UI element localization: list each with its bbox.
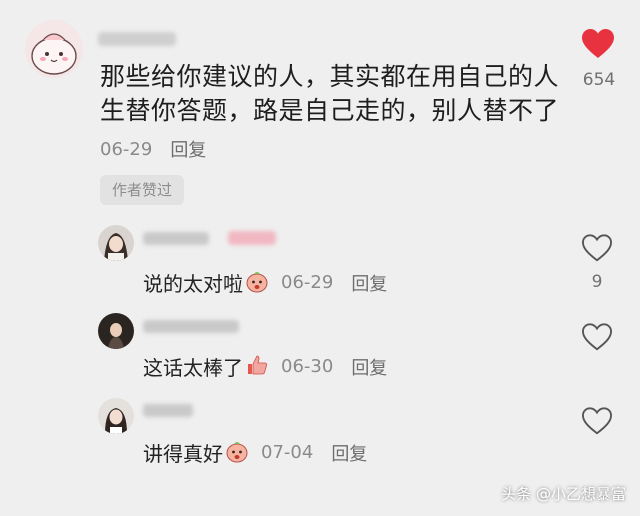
comment-text: 那些给你建议的人，其实都在用自己的人生替你答题，路是自己走的，别人替不了 [100, 62, 560, 125]
reply-row: 这话太棒了 06-30 回复 [143, 352, 387, 381]
reply-button[interactable]: 回复 [351, 354, 387, 380]
reply-avatar[interactable] [98, 313, 134, 349]
author-liked-badge: 作者赞过 [100, 175, 185, 205]
reply-text: 这话太棒了 [143, 356, 243, 380]
reply-avatar[interactable] [98, 398, 134, 434]
reply-date: 07-04 [261, 442, 314, 463]
reply-date: 06-30 [281, 356, 334, 377]
reply-name-tag [228, 231, 276, 245]
reply-text: 说的太对啦 [143, 272, 243, 296]
reply-row: 讲得真好 07-04 回复 [143, 438, 367, 467]
reply-avatar[interactable] [98, 225, 134, 261]
peach-face-emoji-icon [225, 439, 249, 467]
reply-name-redacted [143, 404, 193, 417]
watermark: 头条 @小乙想暴富 [501, 485, 626, 503]
like-count: 654 [582, 70, 616, 90]
heart-outline-icon[interactable] [581, 322, 613, 352]
reply-name-redacted [143, 232, 209, 245]
reply-button[interactable]: 回复 [331, 440, 367, 466]
reply-button[interactable]: 回复 [351, 270, 387, 296]
reply-text: 讲得真好 [143, 442, 223, 466]
heart-outline-icon[interactable] [581, 233, 613, 263]
comment-meta: 06-29 回复 [100, 136, 206, 162]
heart-filled-icon[interactable] [581, 28, 615, 60]
commenter-name-redacted [98, 32, 176, 46]
reply-button[interactable]: 回复 [170, 136, 206, 162]
reply-row: 说的太对啦 06-29 回复 [143, 268, 387, 297]
reply-like-count: 9 [591, 272, 603, 292]
reply-name-redacted [143, 320, 239, 333]
thumbs-up-emoji-icon [245, 353, 269, 381]
reply-date: 06-29 [281, 272, 334, 293]
heart-outline-icon[interactable] [581, 406, 613, 436]
comment-date: 06-29 [100, 138, 153, 160]
commenter-avatar[interactable] [25, 20, 83, 78]
peach-face-emoji-icon [245, 269, 269, 297]
